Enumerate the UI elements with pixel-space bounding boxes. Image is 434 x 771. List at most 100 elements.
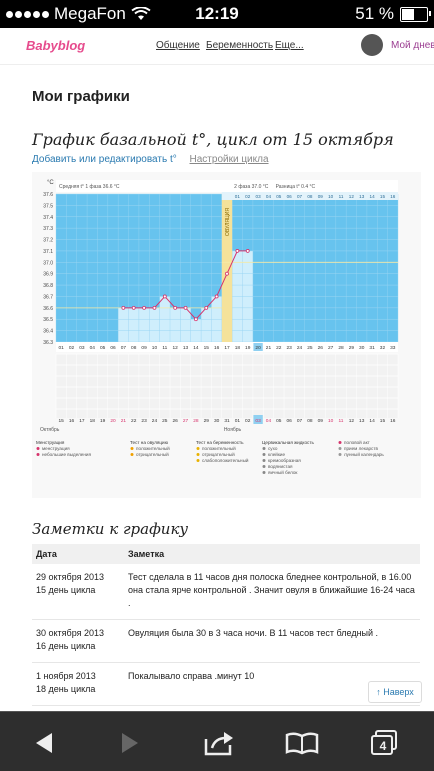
temperature-point [204, 305, 209, 310]
legend-marker [262, 447, 266, 450]
temperature-point [131, 305, 136, 310]
top-date-label: 02 [245, 194, 251, 199]
date-label: 22 [131, 418, 137, 424]
site-nav: Babyblog Общение Беременность Еще... Мой… [0, 28, 434, 65]
top-date-label: 10 [328, 194, 334, 199]
date-label: 04 [266, 418, 272, 424]
my-diary-link[interactable]: Мой дневник [391, 40, 434, 51]
back-to-top-button[interactable]: ↑ Наверх [368, 681, 422, 703]
legend-marker [262, 465, 266, 468]
tabs-icon[interactable]: 4 [366, 729, 406, 757]
legend-item: кремообразная [268, 458, 301, 463]
date-label: 29 [204, 418, 210, 424]
babyblog-logo[interactable]: Babyblog [26, 38, 85, 53]
legend-item: небольшие выделения [42, 452, 91, 457]
status-bar: MegaFon 12:19 51 % [0, 0, 434, 28]
battery-percent: 51 % [355, 4, 394, 23]
legend-marker [262, 471, 266, 474]
cycle-day-label: 06 [110, 345, 116, 351]
legend-marker [262, 459, 266, 462]
notes-title: Заметки к графику [32, 520, 189, 538]
date-label: 13 [359, 418, 365, 424]
top-date-label: 09 [318, 194, 324, 199]
table-row: 30 октября 2013 16 день цикла Овуляция бы… [32, 619, 420, 663]
top-date-label: 16 [390, 194, 396, 199]
legend-item: положительный [136, 445, 170, 451]
y-tick-label: 37.2 [43, 238, 53, 244]
legend-marker [196, 459, 200, 462]
date-label: 16 [390, 418, 396, 424]
back-arrow-icon[interactable] [24, 729, 64, 757]
top-date-label: 01 [235, 194, 241, 199]
cycle-day-label: 23 [287, 345, 293, 351]
date-label: 19 [100, 418, 106, 424]
cycle-day-label: 02 [69, 345, 75, 351]
temperature-point [121, 305, 126, 310]
nav-link-pregnancy[interactable]: Беременность [206, 40, 273, 51]
top-date-label: 15 [380, 194, 386, 199]
y-tick-label: 37.3 [43, 226, 53, 232]
cycle-day-label: 16 [214, 345, 220, 351]
cycle-day-label: 27 [328, 345, 334, 351]
chart-links: Добавить или редактировать t° Настройки … [32, 154, 269, 165]
cycle-day-label: 14 [193, 345, 199, 351]
notes-table: Дата Заметка 29 октября 2013 15 день цикл… [32, 544, 420, 706]
temperature-point [142, 305, 146, 310]
legend-item: клейкие [268, 451, 285, 457]
browser-toolbar: 4 [0, 711, 434, 771]
note-date: 1 ноября 2013 [36, 671, 96, 681]
date-label: 16 [69, 418, 75, 424]
date-label: 09 [318, 418, 324, 424]
legend-item: прием лекарств [344, 446, 378, 451]
cycle-day-label: 12 [173, 345, 179, 351]
share-icon[interactable] [199, 729, 239, 757]
tabs-count: 4 [379, 739, 387, 753]
top-date-label: 12 [349, 194, 355, 199]
symptom-grid [56, 354, 398, 418]
phase1-average-text: Средняя t° 1 фаза 36.6 °C [59, 184, 120, 190]
cycle-day-label: 19 [245, 345, 251, 351]
legend-title: Менструация [36, 440, 65, 445]
date-label: 20 [110, 418, 116, 424]
legend-item: слабоположительный [202, 457, 249, 463]
date-label: 24 [152, 418, 158, 424]
date-label: 14 [369, 418, 375, 424]
y-tick-label: 36.9 [43, 272, 53, 278]
y-tick-label: 37.6 [43, 192, 53, 198]
bookmarks-icon[interactable] [282, 729, 322, 757]
cycle-day-label: 29 [349, 345, 355, 351]
table-row: 1 ноября 2013 18 день цикла Покалывало сп… [32, 662, 420, 706]
date-label: 08 [307, 418, 313, 424]
avatar[interactable] [361, 34, 383, 56]
chart-title: График базальной t°, цикл от 15 октября [32, 130, 394, 149]
cycle-day-label: 11 [162, 345, 167, 351]
nav-link-community[interactable]: Общение [156, 40, 200, 51]
legend-item: менструация [42, 446, 70, 451]
date-label: 12 [349, 418, 355, 424]
cycle-settings-link[interactable]: Настройки цикла [190, 154, 269, 165]
temperature-bar [170, 307, 181, 342]
date-label: 15 [59, 418, 65, 424]
legend-title: Цервикальная жидкость [262, 440, 314, 445]
note-cycle-day: 16 день цикла [36, 641, 96, 651]
legend-marker [338, 447, 342, 450]
temperature-bar [118, 307, 129, 342]
page-title: Мои графики [32, 88, 130, 105]
date-label: 02 [245, 418, 251, 424]
forward-arrow-icon[interactable] [110, 729, 150, 757]
temperature-point [235, 249, 240, 253]
legend-title: Тест на беременность [196, 440, 244, 445]
date-label: 31 [224, 418, 230, 424]
y-tick-label: 37.0 [43, 260, 53, 266]
cycle-day-label: 09 [141, 345, 147, 351]
bbt-chart: 36.3 36.4 36.5 36.6 36.7 36.8 36.9 37.0 37.1 37.2… [32, 172, 421, 498]
nav-link-more[interactable]: Еще... [275, 40, 304, 51]
legend-item: положительный [202, 445, 236, 451]
edit-temperature-link[interactable]: Добавить или редактировать t° [32, 154, 177, 165]
cycle-day-label: 33 [390, 345, 396, 351]
y-axis-label: °C [47, 180, 54, 186]
legend-item: отрицательный [202, 451, 235, 457]
temperature-bar [128, 307, 139, 342]
date-label: 21 [121, 418, 127, 424]
date-label: 10 [328, 418, 334, 424]
